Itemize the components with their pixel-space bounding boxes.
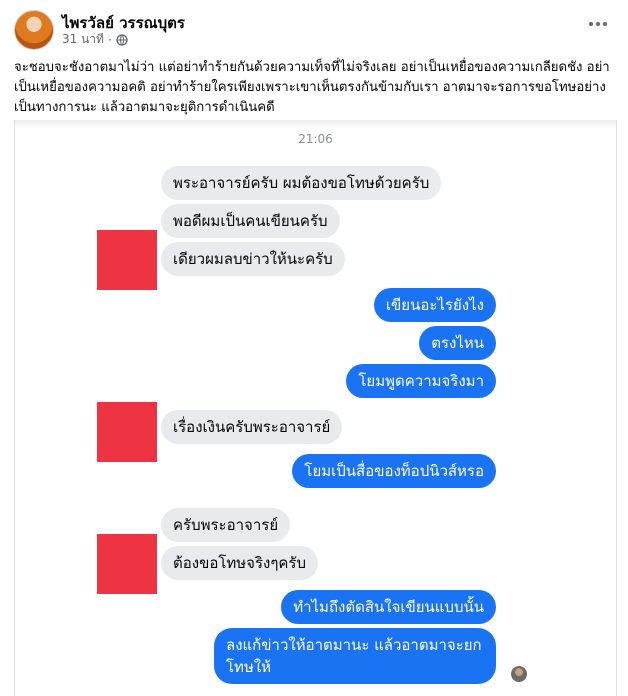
message-incoming: เรื่องเงินครับพระอาจารย์ [161, 410, 343, 444]
chat-screenshot: 21:06 พระอาจารย์ครับ ผมต้องขอโทษด้วยครับ… [14, 120, 617, 696]
message-incoming: ครับพระอาจารย์ [161, 508, 291, 542]
message-incoming: พระอาจารย์ครับ ผมต้องขอโทษด้วยครับ [161, 166, 442, 200]
message-incoming: ต้องขอโทษจริงๆครับ [161, 546, 319, 580]
message-incoming: พอดีผมเป็นคนเขียนครับ [161, 204, 340, 238]
meta-separator: · [107, 32, 112, 47]
read-receipt-avatar [511, 666, 527, 682]
post-meta: 31 นาที · [62, 30, 128, 49]
redacted-avatar [97, 402, 157, 462]
message-outgoing: ตรงไหน [419, 326, 496, 360]
redacted-avatar [97, 534, 157, 594]
post-header: ไพรวัลย์ วรรณบุตร 31 นาที · [14, 10, 614, 50]
message-outgoing: ลงแก้ข่าวให้อาตมานะ แล้วอาตมาจะยกโทษให้ [214, 628, 496, 684]
redacted-avatar [97, 230, 157, 290]
message-outgoing: เขียนอะไรยังไง [373, 288, 496, 322]
message-outgoing: โยมพูดความจริงมา [346, 364, 496, 398]
screenshot-edge [15, 120, 616, 128]
message-incoming: เดียวผมลบข่าวให้นะครับ [161, 242, 345, 276]
message-outgoing: ทำไมถึงตัดสินใจเขียนแบบนั้น [281, 590, 496, 624]
author-avatar[interactable] [14, 10, 54, 50]
more-options-icon[interactable] [584, 12, 612, 36]
message-outgoing: โยมเป็นสื่อของท็อปนิวส์หรอ [292, 454, 496, 488]
post-body: จะชอบจะชังอาตมาไม่ว่า แต่อย่าทำร้ายกันด้… [14, 60, 610, 115]
post-time[interactable]: 31 นาที [62, 30, 104, 49]
globe-icon [116, 33, 128, 46]
chat-timestamp: 21:06 [298, 132, 333, 146]
